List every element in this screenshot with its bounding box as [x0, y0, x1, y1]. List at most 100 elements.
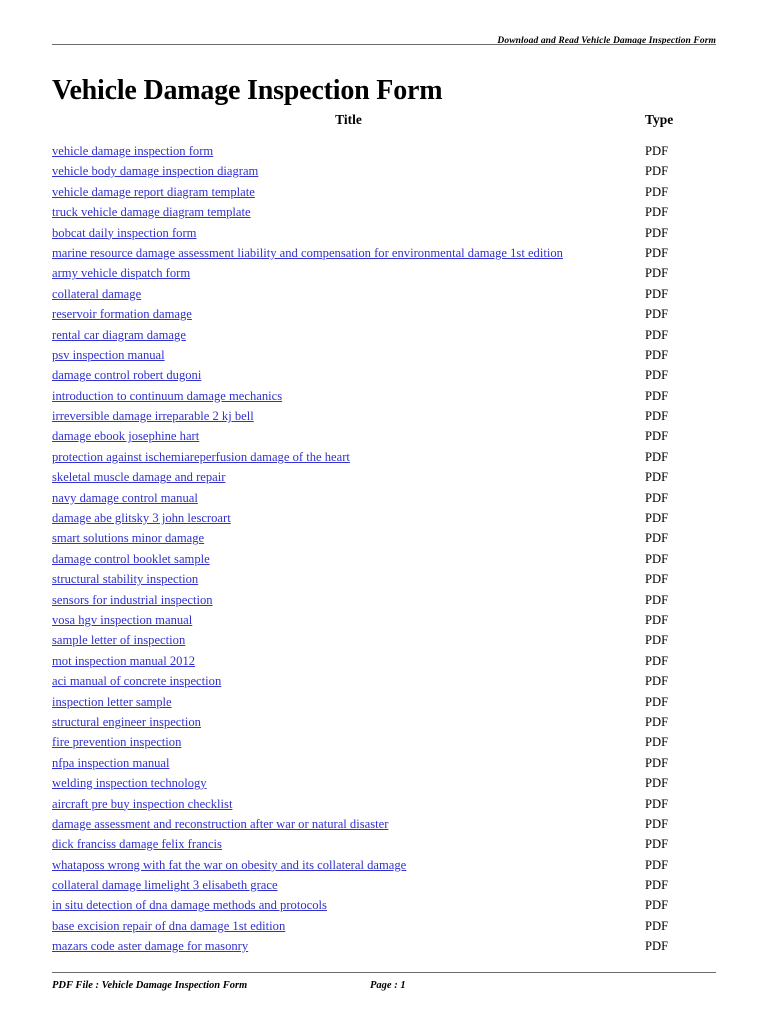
table-row: bobcat daily inspection form PDF — [52, 223, 716, 243]
document-type: PDF — [645, 470, 669, 485]
table-row: damage abe glitsky 3 john lescroart PDF — [52, 508, 716, 528]
table-row: introduction to continuum damage mechani… — [52, 386, 716, 406]
document-type: PDF — [645, 409, 669, 424]
table-header-row: Title Type — [52, 112, 716, 132]
document-type: PDF — [645, 674, 669, 689]
document-link[interactable]: mot inspection manual 2012 — [52, 651, 195, 671]
table-row: base excision repair of dna damage 1st e… — [52, 916, 716, 936]
table-row: skeletal muscle damage and repair PDF — [52, 467, 716, 487]
document-link[interactable]: collateral damage limelight 3 elisabeth … — [52, 875, 278, 895]
document-link[interactable]: protection against ischemiareperfusion d… — [52, 447, 350, 467]
document-link[interactable]: sensors for industrial inspection — [52, 590, 213, 610]
document-link[interactable]: structural stability inspection — [52, 569, 198, 589]
table-row: navy damage control manual PDF — [52, 488, 716, 508]
table-row: marine resource damage assessment liabil… — [52, 243, 716, 263]
table-row: mazars code aster damage for masonry PDF — [52, 936, 716, 956]
table-row: in situ detection of dna damage methods … — [52, 895, 716, 915]
document-link[interactable]: army vehicle dispatch form — [52, 263, 190, 283]
table-row: sensors for industrial inspection PDF — [52, 590, 716, 610]
document-type: PDF — [645, 796, 669, 811]
document-link[interactable]: nfpa inspection manual — [52, 753, 170, 773]
document-type: PDF — [645, 735, 669, 750]
document-link[interactable]: damage ebook josephine hart — [52, 426, 199, 446]
table-row: smart solutions minor damage PDF — [52, 528, 716, 548]
document-type: PDF — [645, 164, 669, 179]
document-link[interactable]: vehicle damage report diagram template — [52, 182, 255, 202]
document-link[interactable]: rental car diagram damage — [52, 325, 186, 345]
document-link[interactable]: marine resource damage assessment liabil… — [52, 243, 563, 263]
document-link[interactable]: bobcat daily inspection form — [52, 223, 196, 243]
document-type: PDF — [645, 286, 669, 301]
document-link[interactable]: mazars code aster damage for masonry — [52, 936, 248, 956]
document-link[interactable]: base excision repair of dna damage 1st e… — [52, 916, 285, 936]
document-type: PDF — [645, 572, 669, 587]
document-link[interactable]: introduction to continuum damage mechani… — [52, 386, 282, 406]
document-type: PDF — [645, 837, 669, 852]
table-row: army vehicle dispatch form PDF — [52, 263, 716, 283]
table-row: damage assessment and reconstruction aft… — [52, 814, 716, 834]
document-link[interactable]: psv inspection manual — [52, 345, 165, 365]
table-row: dick franciss damage felix francis PDF — [52, 834, 716, 854]
column-header-type: Type — [645, 112, 674, 127]
document-type: PDF — [645, 816, 669, 831]
document-link[interactable]: vehicle damage inspection form — [52, 141, 213, 161]
document-type: PDF — [645, 225, 669, 240]
document-type: PDF — [645, 776, 669, 791]
table-row: damage control booklet sample PDF — [52, 549, 716, 569]
table-row: collateral damage PDF — [52, 284, 716, 304]
table-row: fire prevention inspection PDF — [52, 732, 716, 752]
document-type: PDF — [645, 898, 669, 913]
document-type: PDF — [645, 918, 669, 933]
document-link[interactable]: irreversible damage irreparable 2 kj bel… — [52, 406, 254, 426]
document-link[interactable]: damage abe glitsky 3 john lescroart — [52, 508, 231, 528]
document-link[interactable]: damage control robert dugoni — [52, 365, 201, 385]
running-header: Download and Read Vehicle Damage Inspect… — [52, 30, 716, 48]
table-body: vehicle damage inspection form PDF vehicle… — [52, 141, 716, 957]
table-row: inspection letter sample PDF — [52, 692, 716, 712]
page-footer: PDF File : Vehicle Damage Inspection For… — [52, 980, 716, 996]
footer-file-label: PDF File : Vehicle Damage Inspection For… — [52, 980, 248, 991]
document-type: PDF — [645, 633, 669, 648]
table-row: vehicle damage report diagram template PD… — [52, 182, 716, 202]
document-link[interactable]: fire prevention inspection — [52, 732, 181, 752]
document-link[interactable]: collateral damage — [52, 284, 141, 304]
document-link[interactable]: truck vehicle damage diagram template — [52, 202, 251, 222]
document-type: PDF — [645, 694, 669, 709]
table-row: vehicle body damage inspection diagram PD… — [52, 161, 716, 181]
document-link[interactable]: in situ detection of dna damage methods … — [52, 895, 327, 915]
table-row: damage control robert dugoni PDF — [52, 365, 716, 385]
document-link[interactable]: navy damage control manual — [52, 488, 198, 508]
document-link[interactable]: aci manual of concrete inspection — [52, 671, 221, 691]
page-title: Vehicle Damage Inspection Form — [52, 74, 443, 106]
document-link[interactable]: sample letter of inspection — [52, 630, 185, 650]
table-row: truck vehicle damage diagram template PDF — [52, 202, 716, 222]
document-link[interactable]: damage control booklet sample — [52, 549, 210, 569]
column-header-title: Title — [335, 112, 362, 127]
document-type: PDF — [645, 612, 669, 627]
document-link[interactable]: smart solutions minor damage — [52, 528, 204, 548]
document-type: PDF — [645, 347, 669, 362]
document-link[interactable]: skeletal muscle damage and repair — [52, 467, 225, 487]
table-row: damage ebook josephine hart PDF — [52, 426, 716, 446]
table-row: rental car diagram damage PDF — [52, 325, 716, 345]
table-row: aci manual of concrete inspection PDF — [52, 671, 716, 691]
document-type: PDF — [645, 592, 669, 607]
document-type: PDF — [645, 531, 669, 546]
document-link[interactable]: inspection letter sample — [52, 692, 172, 712]
table-row: reservoir formation damage PDF — [52, 304, 716, 324]
document-page: Download and Read Vehicle Damage Inspect… — [0, 0, 770, 1024]
table-row: whataposs wrong with fat the war on obes… — [52, 855, 716, 875]
document-type: PDF — [645, 205, 669, 220]
document-link[interactable]: whataposs wrong with fat the war on obes… — [52, 855, 406, 875]
document-link[interactable]: reservoir formation damage — [52, 304, 192, 324]
document-link[interactable]: vosa hgv inspection manual — [52, 610, 192, 630]
document-type: PDF — [645, 755, 669, 770]
document-link[interactable]: vehicle body damage inspection diagram — [52, 161, 258, 181]
document-link[interactable]: dick franciss damage felix francis — [52, 834, 222, 854]
document-link[interactable]: aircraft pre buy inspection checklist — [52, 794, 232, 814]
document-link[interactable]: structural engineer inspection — [52, 712, 201, 732]
document-link[interactable]: damage assessment and reconstruction aft… — [52, 814, 388, 834]
document-link[interactable]: welding inspection technology — [52, 773, 207, 793]
document-type: PDF — [645, 144, 669, 158]
table-row: vosa hgv inspection manual PDF — [52, 610, 716, 630]
